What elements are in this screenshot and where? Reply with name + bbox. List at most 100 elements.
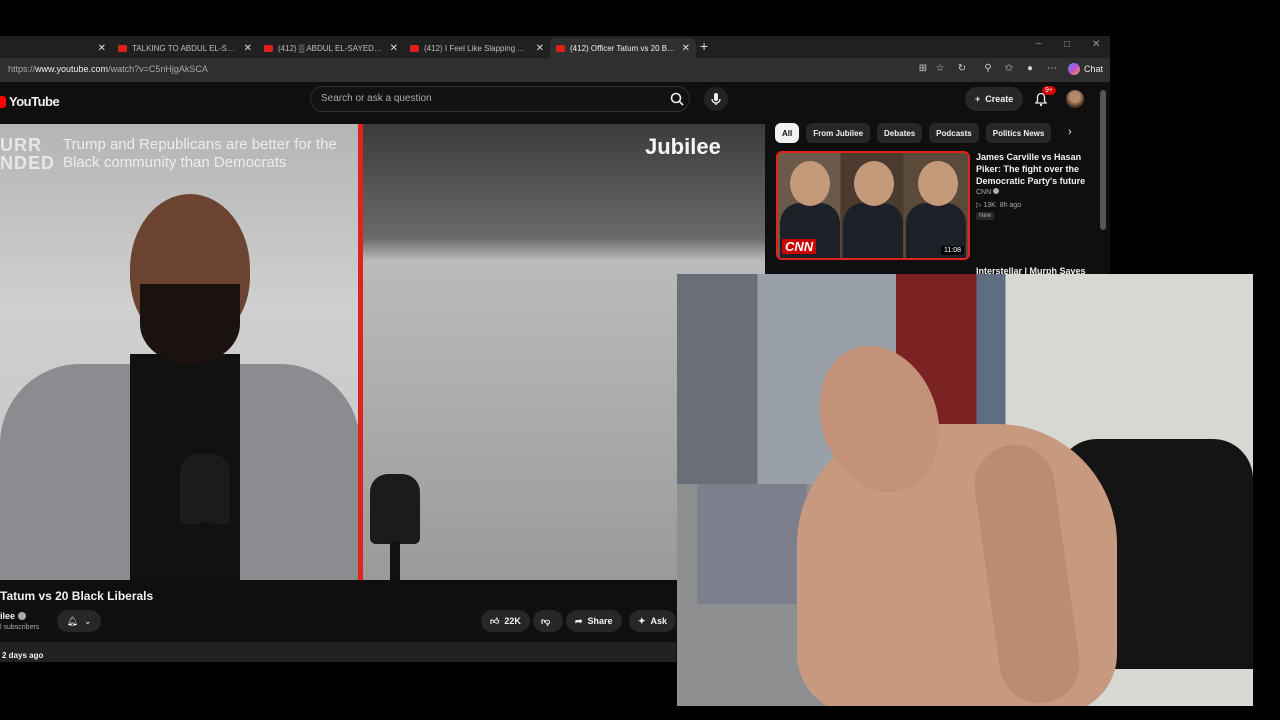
tab-title: (412) ▒ ABDUL EL-SAYED WINS N <box>278 43 384 53</box>
copilot-icon <box>1068 63 1080 75</box>
share-label: Share <box>587 616 613 626</box>
ask-button[interactable]: ✦ Ask <box>629 610 677 632</box>
extensions-icon[interactable]: ⚲ <box>982 63 994 75</box>
notification-badge: 9+ <box>1042 86 1056 95</box>
chip-politics-news[interactable]: Politics News <box>985 123 1052 143</box>
chat-label: Chat <box>1084 64 1104 74</box>
minimize-button[interactable]: − <box>1036 39 1042 50</box>
share-icon: ➦ <box>575 615 583 626</box>
tab-hidden[interactable]: ✕ <box>0 38 112 58</box>
show-brand-text: URR NDED <box>0 135 56 173</box>
close-icon[interactable]: ✕ <box>390 43 398 54</box>
recommended-meta: ▷ 13K 8h ago <box>976 201 1021 209</box>
favorites-icon[interactable]: ✩ <box>1003 63 1015 75</box>
create-button[interactable]: + Create <box>965 87 1024 111</box>
scrollbar[interactable] <box>1100 90 1106 230</box>
tab-title: TALKING TO ABDUL EL-SAYED BE <box>132 43 238 53</box>
upload-date: 2 days ago <box>2 651 44 660</box>
show-brand: URR NDED <box>0 136 55 172</box>
cardboard-boxes <box>697 484 807 604</box>
like-button[interactable]: 👍︎ 22K <box>481 610 530 632</box>
subscription-bell-button[interactable]: 🔔︎ ⌄ <box>57 610 101 632</box>
channel-label: ilee <box>0 611 16 621</box>
video-topic: Trump and Republicans are better for the… <box>63 136 337 171</box>
chip-debates[interactable]: Debates <box>877 123 923 143</box>
thumbs-up-icon: 👍︎ <box>490 615 500 626</box>
close-window-button[interactable]: ✕ <box>1092 39 1100 50</box>
microphone-left <box>180 454 230 580</box>
video-frame-left <box>0 124 360 580</box>
webcam-overlay <box>677 274 1253 706</box>
verified-icon <box>993 188 1000 194</box>
tab-2[interactable]: (412) ▒ ABDUL EL-SAYED WINS N ✕ <box>258 38 404 58</box>
maximize-button[interactable]: □ <box>1064 39 1070 50</box>
channel-name[interactable]: ilee <box>0 611 27 621</box>
close-icon[interactable]: ✕ <box>244 43 252 54</box>
chevron-down-icon: ⌄ <box>83 615 92 626</box>
verified-icon <box>18 612 27 620</box>
youtube-play-icon <box>0 95 6 108</box>
ask-label: Ask <box>650 616 668 626</box>
video-title: Tatum vs 20 Black Liberals <box>0 589 154 603</box>
like-count: 22K <box>504 616 521 626</box>
browser-tab-strip: ✕ TALKING TO ABDUL EL-SAYED BE ✕ (412) ▒… <box>0 36 1110 58</box>
tab-1[interactable]: TALKING TO ABDUL EL-SAYED BE ✕ <box>112 38 258 58</box>
chip-all[interactable]: All <box>775 123 800 143</box>
avatar[interactable] <box>1066 90 1084 108</box>
chip-from-jubilee[interactable]: From Jubilee <box>806 123 871 143</box>
youtube-favicon-icon <box>410 44 419 52</box>
app-icon[interactable]: ⊞ <box>917 63 929 75</box>
close-icon[interactable]: ✕ <box>98 43 106 54</box>
mic-icon[interactable] <box>704 87 728 111</box>
top-black-band <box>0 0 1280 36</box>
youtube-favicon-icon <box>556 44 565 52</box>
url-scheme: https:// <box>8 64 36 74</box>
dislike-button[interactable]: 👎︎ <box>533 610 563 632</box>
profile-icon[interactable]: ● <box>1024 63 1036 75</box>
search-icon[interactable] <box>669 91 685 107</box>
logo-text: YouTube <box>9 94 60 109</box>
more-icon[interactable]: ⋯ <box>1046 63 1058 75</box>
sparkle-icon: ✦ <box>638 615 646 626</box>
video-age: 8h ago <box>999 202 1022 209</box>
tab-active[interactable]: (412) Officer Tatum vs 20 Black ✕ <box>550 38 696 58</box>
copilot-chat-button[interactable]: Chat <box>1068 63 1103 75</box>
view-count: ▷ 13K <box>976 202 996 209</box>
address-bar: https://www.youtube.com/watch?v=C5nHjgAk… <box>0 58 1110 82</box>
jubilee-watermark: Jubilee <box>645 134 721 159</box>
favorite-star-icon[interactable]: ☆ <box>934 63 946 75</box>
video-player[interactable]: URR NDED Trump and Republicans are bette… <box>0 124 765 580</box>
create-label: Create <box>985 94 1014 104</box>
url-field[interactable]: https://www.youtube.com/watch?v=C5nHjgAk… <box>8 64 208 74</box>
close-icon[interactable]: ✕ <box>536 43 544 54</box>
new-tab-button[interactable]: + <box>700 38 708 54</box>
chip-podcasts[interactable]: Podcasts <box>929 123 979 143</box>
recommended-thumbnail[interactable]: CNN 11:08 <box>776 151 970 260</box>
youtube-favicon-icon <box>264 44 273 52</box>
recommended-title[interactable]: James Carville vs Hasan Piker: The fight… <box>976 151 1086 187</box>
tab-3[interactable]: (412) I Feel Like Slapping A Nigga ✕ <box>404 38 550 58</box>
cnn-logo: CNN <box>782 239 817 254</box>
url-path: /watch?v=C5nHjgAkSCA <box>108 64 208 74</box>
chevron-right-icon[interactable]: › <box>1068 126 1072 138</box>
youtube-logo[interactable]: YouTube <box>0 94 60 109</box>
youtube-favicon-icon <box>118 44 127 52</box>
description-box[interactable] <box>0 642 676 662</box>
recommended-channel[interactable]: CNN <box>976 188 1000 196</box>
bell-outline-icon: 🔔︎ <box>66 615 78 626</box>
plus-icon: + <box>975 94 981 104</box>
close-icon[interactable]: ✕ <box>682 43 690 54</box>
subscriber-count: l subscribers <box>0 624 40 631</box>
video-duration: 11:08 <box>941 246 964 255</box>
share-button[interactable]: ➦ Share <box>566 610 622 632</box>
search-input[interactable] <box>319 92 653 105</box>
thumbs-down-icon: 👎︎ <box>541 615 551 626</box>
new-badge: New <box>976 212 995 220</box>
recommended-channel-name: CNN <box>976 189 992 196</box>
url-host: www.youtube.com <box>35 64 109 74</box>
filter-chips: All From Jubilee Debates Podcasts Politi… <box>775 123 1052 143</box>
tab-title: (412) I Feel Like Slapping A Nigga <box>424 43 530 53</box>
microphone-right <box>370 474 420 580</box>
search-box <box>310 86 690 112</box>
refresh-icon[interactable]: ↻ <box>956 63 968 75</box>
